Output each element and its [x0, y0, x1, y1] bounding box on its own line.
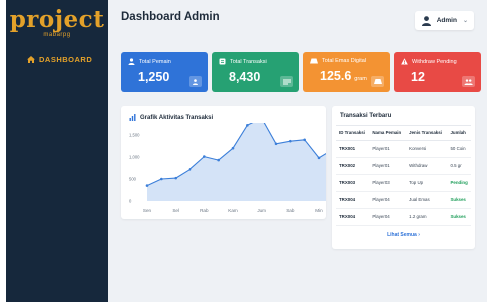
cell-id: TRX004 [336, 191, 370, 209]
people-badge-icon [462, 76, 475, 87]
see-all-link[interactable]: Lihat Semua › [332, 232, 475, 238]
data-point [145, 184, 149, 187]
stat-label: Total Transaksi [230, 58, 267, 65]
x-tick-label: Sab [286, 208, 295, 213]
logo-main-text: project [9, 6, 105, 33]
gold-bar-badge-icon [371, 76, 384, 87]
x-tick-label: Jum [257, 208, 266, 213]
stat-label: Total Emas Digital [322, 58, 367, 64]
cell-id: TRX002 [336, 157, 370, 175]
column-header: Nama Pemain [369, 126, 407, 141]
data-point [203, 155, 206, 158]
data-point [274, 142, 278, 146]
sidebar-item-label: DASHBOARD [39, 55, 93, 64]
stat-unit: gram [354, 76, 367, 82]
chart-title: Grafik Aktivitas Transaksi [140, 114, 214, 121]
y-tick-label: 1,000 [129, 155, 140, 160]
home-icon [27, 56, 35, 63]
y-tick-label: 0 [129, 199, 132, 204]
status-badge: Pending [447, 174, 471, 192]
x-tick-label: Min [315, 208, 323, 213]
topbar: Dashboard Admin Admin ⌄ [108, 0, 487, 41]
stat-card-total-transaksi: Total Transaksi 8,430 [212, 52, 299, 92]
cell-type: Jual Emas [406, 191, 448, 209]
data-point [303, 138, 306, 142]
stat-card-total-pemain: Total Pemain 1,250 [121, 52, 208, 92]
activity-chart: 1,500 1,000 500 0 Sen Sel Rab Kam Jum Sab Min [129, 123, 326, 213]
warning-icon [401, 58, 408, 65]
stat-card-withdraw-pending: Withdraw Pending 12 [394, 52, 481, 92]
bar-chart-icon [129, 114, 136, 121]
chart-panel: Grafik Aktivitas Transaksi 1,500 1,000 500… [121, 106, 326, 219]
main-content: Dashboard Admin Admin ⌄ Total Pemain 1,2… [108, 0, 487, 302]
transactions-table: ID Transaksi Nama Pemain Jenis Transaksi… [336, 126, 471, 226]
data-point [289, 139, 292, 143]
status-badge: Sukses [447, 208, 471, 226]
status-badge: Sukses [447, 191, 471, 209]
receipt-icon [219, 58, 226, 65]
data-point [188, 168, 192, 171]
cell-amount: 0.5 gr [447, 157, 471, 175]
y-tick-label: 500 [129, 177, 137, 182]
cell-id: TRX004 [336, 208, 370, 226]
table-row[interactable]: TRX003 Player03 Top Up Pending [336, 174, 471, 192]
stat-cards: Total Pemain 1,250 Total Transaksi 8,430… [121, 52, 481, 92]
logo: project mabarpg [6, 0, 108, 38]
table-row[interactable]: TRX004 Player04 1.2 gram Sukses [336, 208, 471, 226]
cell-player: Player04 [369, 191, 407, 209]
admin-user-label: Admin [436, 17, 457, 24]
x-tick-label: Kam [228, 208, 238, 213]
cell-amount: 50 Coin [447, 140, 471, 158]
cell-type: 1.2 gram [406, 208, 448, 226]
cell-player: Player03 [369, 174, 407, 192]
x-tick-label: Sel [172, 208, 179, 213]
transactions-panel: Transaksi Terbaru ID Transaksi Nama Pema… [332, 106, 475, 249]
users-badge-icon [189, 76, 202, 87]
chevron-down-icon: ⌄ [462, 18, 468, 24]
sidebar: project mabarpg DASHBOARD [6, 0, 108, 302]
stat-label: Withdraw Pending [412, 58, 457, 65]
list-badge-icon [280, 76, 293, 87]
cell-player: Player04 [369, 208, 407, 226]
chevron-right-icon: › [418, 231, 420, 238]
table-row[interactable]: TRX001 Player01 Konversi 50 Coin [336, 140, 471, 158]
data-point [217, 158, 220, 162]
y-tick-label: 1,500 [129, 133, 140, 138]
gold-icon [310, 58, 318, 64]
cell-type: Withdraw [406, 157, 448, 175]
data-point [246, 124, 249, 127]
column-header: ID Transaksi [336, 126, 370, 141]
cell-id: TRX001 [336, 140, 370, 158]
x-tick-label: Rab [200, 208, 209, 213]
table-header-row: ID Transaksi Nama Pemain Jenis Transaksi… [336, 126, 471, 141]
see-all-label: Lihat Semua [387, 231, 417, 238]
table-row[interactable]: TRX004 Player04 Jual Emas Sukses [336, 191, 471, 209]
data-point [160, 177, 163, 181]
stat-label: Total Pemain [139, 58, 171, 65]
column-header: Jenis Transaksi [406, 126, 448, 141]
data-point [317, 156, 321, 160]
column-header: Jumlah [447, 126, 471, 141]
x-tick-label: Sen [143, 208, 152, 213]
user-icon [128, 58, 135, 65]
table-row[interactable]: TRX002 Player01 Withdraw 0.5 gr [336, 157, 471, 175]
series-area [147, 123, 326, 201]
admin-user-menu[interactable]: Admin ⌄ [414, 11, 474, 30]
cell-type: Top Up [406, 174, 448, 192]
stat-card-total-emas: Total Emas Digital 125.6 gram [303, 52, 390, 92]
cell-type: Konversi [406, 140, 448, 158]
transactions-title: Transaksi Terbaru [340, 113, 392, 119]
page-title: Dashboard Admin [121, 10, 220, 23]
cell-id: TRX003 [336, 174, 370, 192]
data-point [231, 146, 235, 150]
cell-player: Player01 [369, 157, 407, 175]
data-point [174, 176, 177, 180]
sidebar-item-dashboard[interactable]: DASHBOARD [27, 55, 108, 64]
avatar-icon [421, 16, 431, 26]
cell-player: Player01 [369, 140, 407, 158]
